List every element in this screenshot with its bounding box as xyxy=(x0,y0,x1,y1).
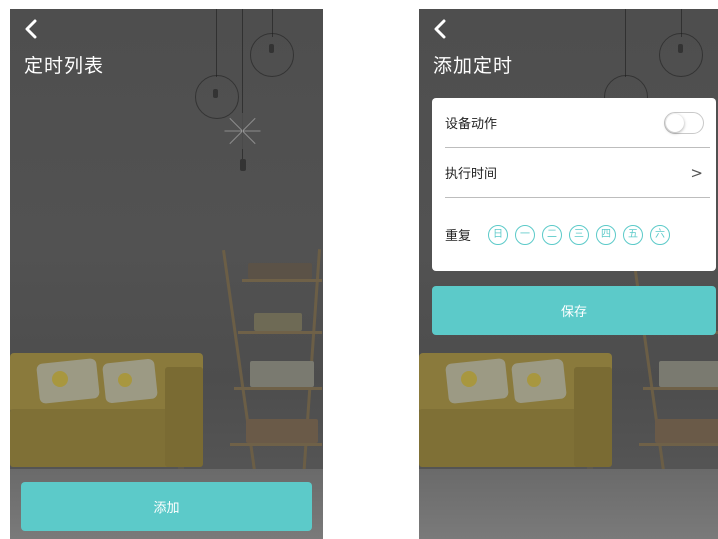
pillow xyxy=(36,357,100,405)
repeat-label: 重复 xyxy=(445,229,472,244)
day-friday[interactable]: 五 xyxy=(623,224,643,245)
page-title: 定时列表 xyxy=(24,55,105,77)
pendant-lamp-icon xyxy=(659,33,703,77)
timer-list-screen: 定时列表 添加 xyxy=(10,9,323,539)
shelf-basket xyxy=(254,313,302,331)
day-saturday[interactable]: 六 xyxy=(650,224,670,245)
divider xyxy=(445,197,710,198)
add-button[interactable]: 添加 xyxy=(21,482,312,531)
shelf-fruit-basket xyxy=(246,419,318,443)
execute-time-label: 执行时间 xyxy=(445,167,498,182)
shelf-plants xyxy=(248,263,312,279)
lamp-bulb xyxy=(213,89,218,98)
repeat-days: 日 一 二 三 四 五 六 xyxy=(488,224,670,245)
pillow-pattern xyxy=(461,371,477,387)
save-button-label: 保存 xyxy=(560,305,587,320)
lamp-bulb xyxy=(269,44,274,53)
add-timer-screen: 添加定时 设备动作 执行时间 > 重复 日 一 二 三 四 五 六 保存 xyxy=(419,9,718,539)
day-monday[interactable]: 一 xyxy=(515,224,535,245)
add-button-label: 添加 xyxy=(153,501,180,516)
day-sunday[interactable]: 日 xyxy=(488,224,508,245)
sofa-arm xyxy=(574,367,612,467)
pillow-pattern xyxy=(52,371,68,387)
shelf-fruit-basket xyxy=(655,419,718,443)
sofa-seat xyxy=(10,409,190,467)
toggle-knob xyxy=(666,113,684,132)
lamp-cord xyxy=(242,9,243,159)
shelf-board xyxy=(234,387,322,390)
device-action-toggle[interactable] xyxy=(664,111,704,134)
shelf-board xyxy=(242,279,322,282)
pendant-lamp-icon xyxy=(250,33,294,77)
pillow-pattern xyxy=(527,373,541,387)
timer-settings-card: 设备动作 执行时间 > 重复 日 一 二 三 四 五 六 xyxy=(432,98,716,271)
sofa-arm xyxy=(165,367,203,467)
chevron-left-icon[interactable] xyxy=(433,19,453,39)
shelf-board xyxy=(643,387,718,390)
chevron-left-icon[interactable] xyxy=(24,19,44,39)
page-title: 添加定时 xyxy=(433,55,514,77)
shelf-board xyxy=(238,331,322,334)
day-wednesday[interactable]: 三 xyxy=(569,224,589,245)
shelf-board xyxy=(230,443,322,446)
pillow-pattern xyxy=(118,373,132,387)
device-action-row: 设备动作 xyxy=(432,98,716,147)
day-thursday[interactable]: 四 xyxy=(596,224,616,245)
shelf-books xyxy=(659,361,718,387)
shelf-books xyxy=(250,361,314,387)
execute-time-row[interactable]: 执行时间 > xyxy=(432,148,716,197)
lamp-bulb xyxy=(240,159,246,171)
save-button[interactable]: 保存 xyxy=(432,286,716,335)
day-tuesday[interactable]: 二 xyxy=(542,224,562,245)
repeat-row: 重复 日 一 二 三 四 五 六 xyxy=(432,210,716,259)
sofa-seat xyxy=(419,409,599,467)
chevron-right-icon: > xyxy=(690,163,703,182)
pillow xyxy=(445,357,509,405)
lamp-cord xyxy=(625,9,626,77)
device-action-label: 设备动作 xyxy=(445,117,498,132)
lamp-bulb xyxy=(678,44,683,53)
shelf-board xyxy=(639,443,718,446)
lamp-cord xyxy=(216,9,217,77)
floor xyxy=(419,469,718,539)
